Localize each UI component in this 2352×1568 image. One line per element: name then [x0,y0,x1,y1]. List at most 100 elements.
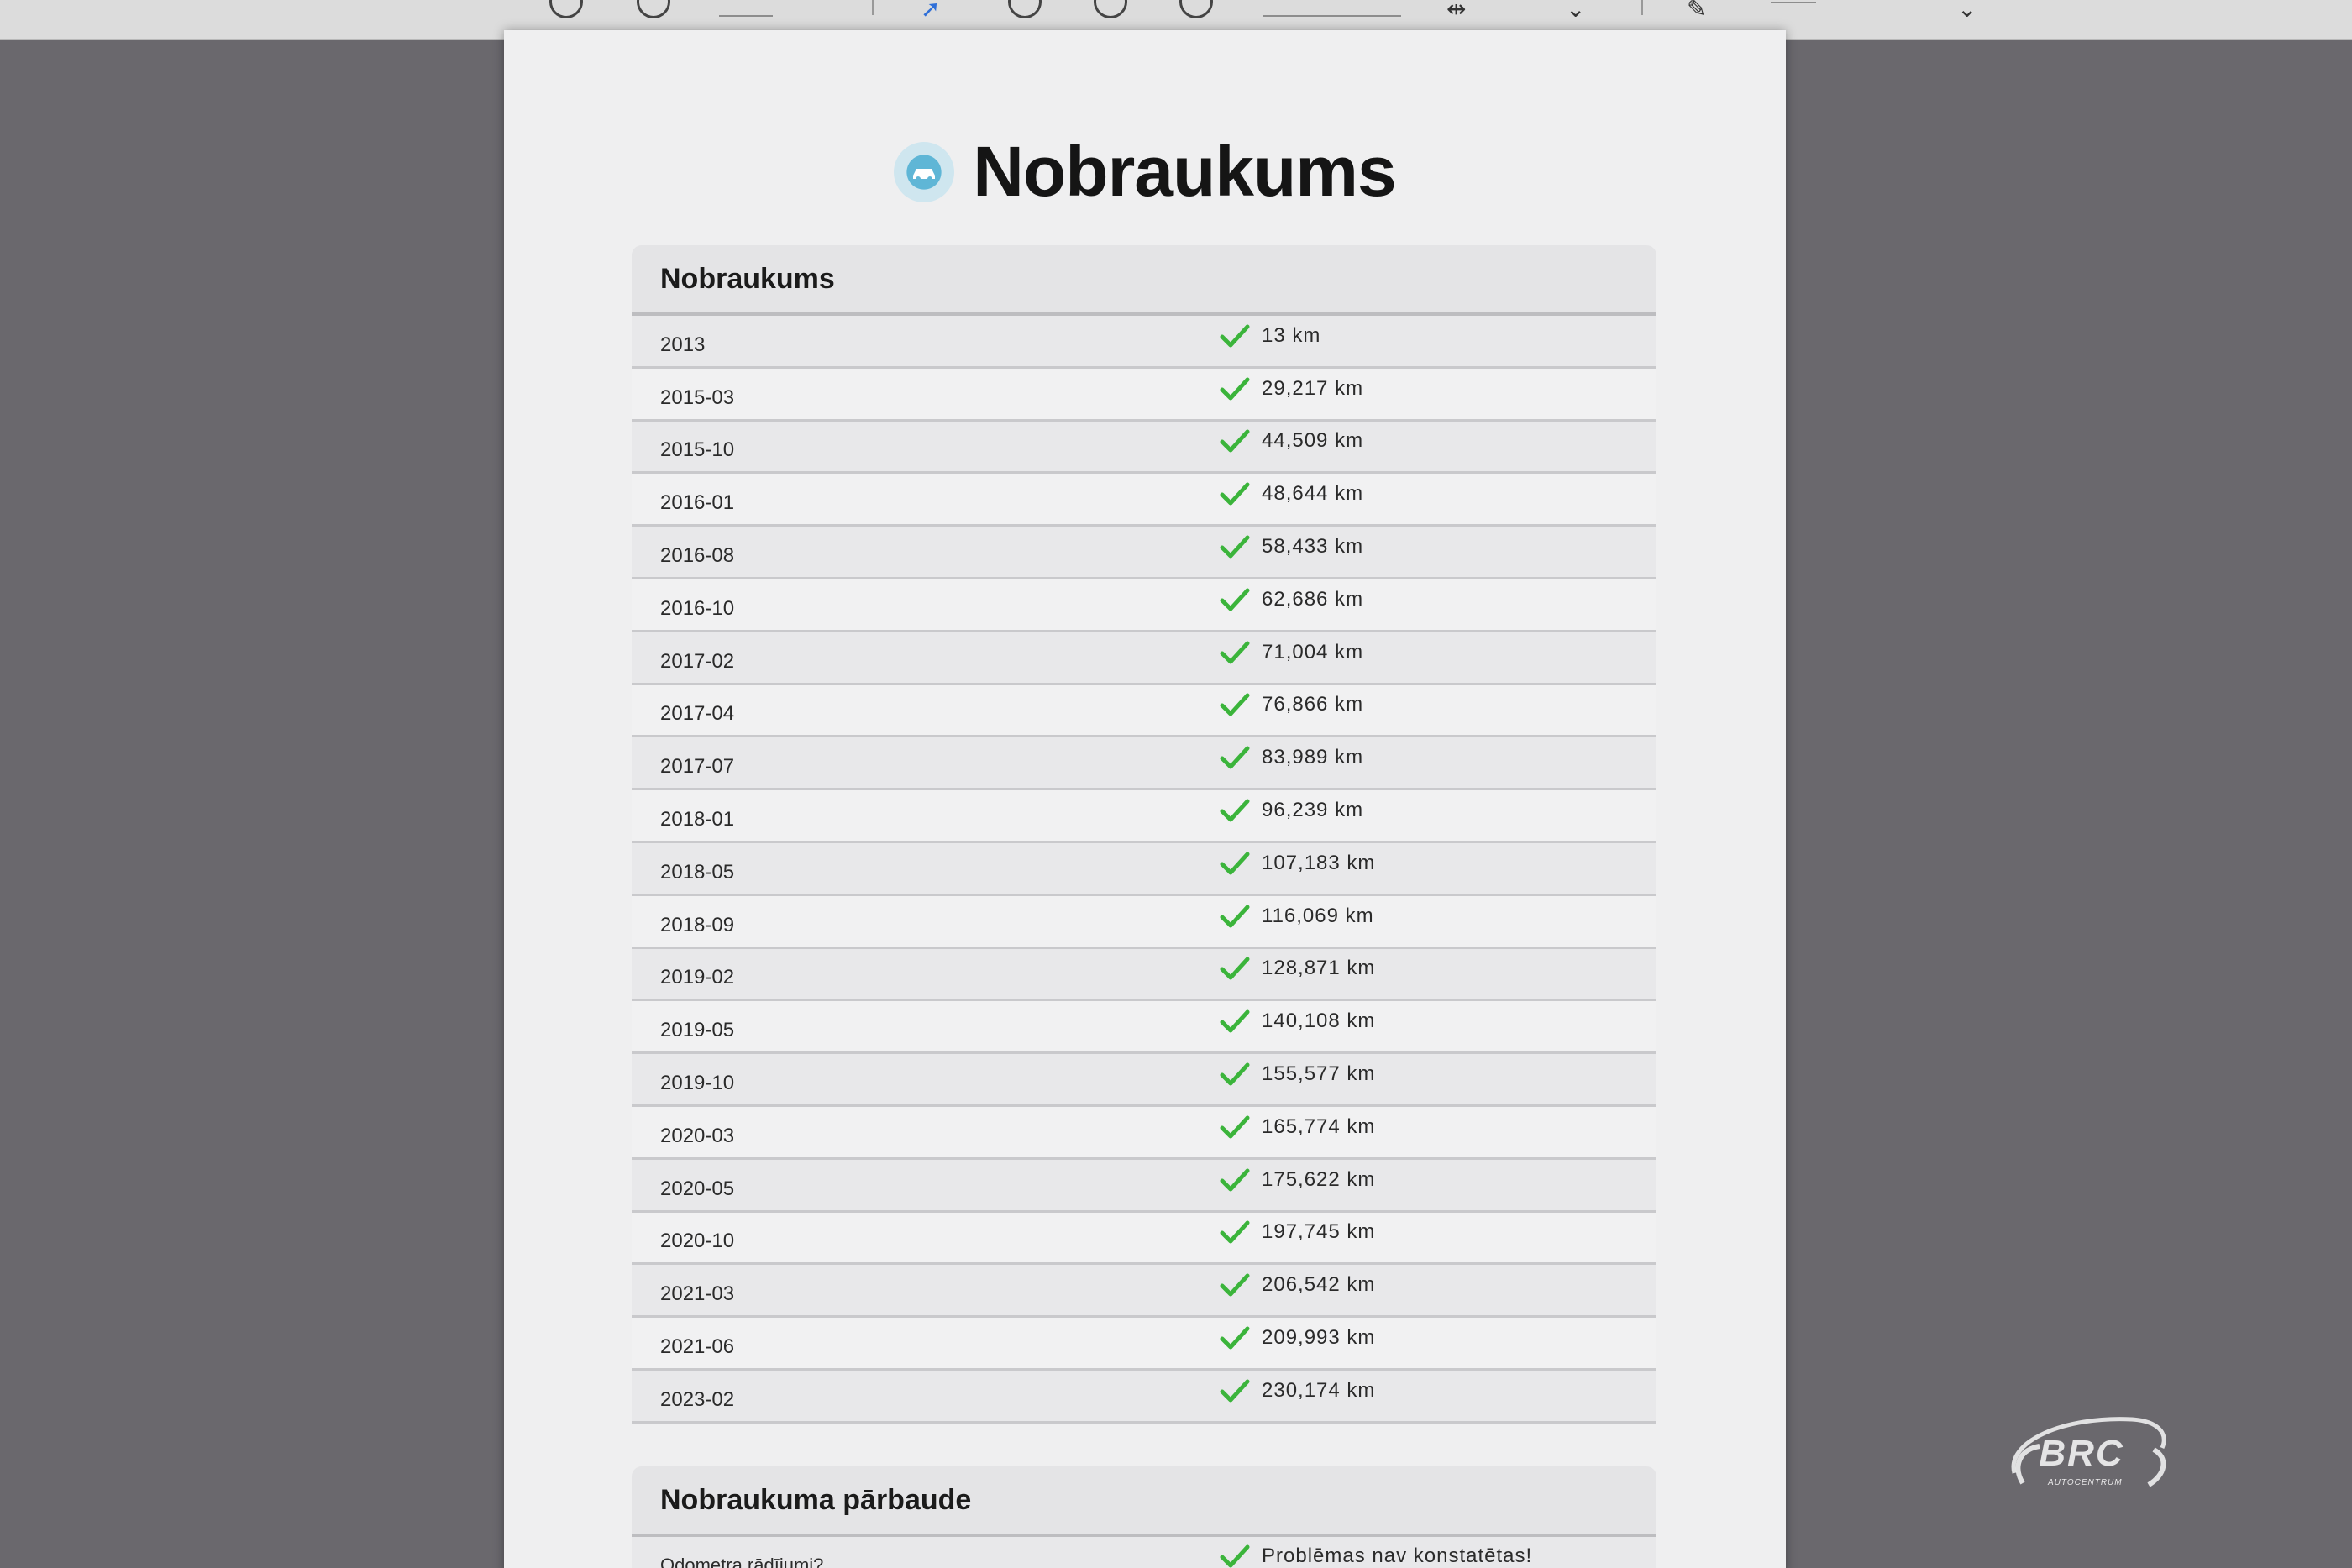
mileage-value-cell: 71,004 km [1220,640,1363,675]
mileage-value: 107,183 km [1262,851,1376,874]
mileage-value-cell: 48,644 km [1220,481,1363,517]
checkmark-icon [1220,535,1250,559]
mileage-value-cell: 107,183 km [1220,851,1375,886]
mileage-date: 2019-02 [660,966,735,989]
mileage-value: 209,993 km [1262,1326,1376,1350]
mileage-date: 2019-05 [660,1019,735,1042]
table-row: 2019-02 128,871 km [632,948,1656,1002]
mileage-value: 165,774 km [1262,1114,1376,1138]
fit-width-icon[interactable]: ⇹ [1446,0,1466,23]
table-row: 2020-03 165,774 km [632,1106,1656,1160]
mileage-date: 2018-01 [660,808,735,831]
mileage-date: 2020-10 [660,1230,735,1253]
checkmark-icon [1220,482,1250,506]
mileage-table: 2013 13 km 2015-03 29,217 km 2015-10 44,509 k… [632,316,1656,1424]
checkmark-icon [1220,1009,1250,1033]
mileage-date: 2016-01 [660,491,735,515]
mileage-date: 2015-10 [660,438,735,462]
mileage-date: 2017-02 [660,649,735,673]
checkmark-icon [1220,746,1250,769]
pen-icon[interactable]: ✎ [1687,0,1706,23]
mileage-date: 2015-03 [660,385,735,409]
mileage-value: 175,622 km [1262,1167,1376,1191]
checkmark-icon [1220,905,1250,928]
page-header: Nobraukums [504,131,1786,212]
mileage-value: 62,686 km [1262,587,1364,611]
mileage-date: 2021-03 [660,1282,735,1306]
checkmark-icon [1220,377,1250,401]
table-row: 2017-02 71,004 km [632,632,1656,685]
chevron-down-icon[interactable]: ⌄ [1566,0,1585,23]
odometer-check-section: Nobraukuma pārbaude Odometra rādījumi? Pr… [632,1466,1656,1568]
page-title: Nobraukums [973,132,1396,211]
table-row: 2016-08 58,433 km [632,527,1656,579]
table-row: 2015-10 44,509 km [632,421,1656,475]
checkmark-icon [1220,957,1250,980]
check-value-cell: Problēmas nav konstatētas! [1220,1544,1532,1568]
table-row: 2019-05 140,108 km [632,1001,1656,1055]
mileage-value: 58,433 km [1262,535,1364,559]
mileage-date: 2017-04 [660,702,735,726]
checkmark-icon [1220,1273,1250,1297]
chevron-down-icon[interactable]: ⌄ [1957,0,1977,23]
checkmark-icon [1220,1544,1250,1567]
mileage-value-cell: 197,745 km [1220,1219,1375,1255]
table-row: 2023-02 230,174 km [632,1370,1656,1424]
mileage-value-cell: 116,069 km [1220,904,1374,939]
toolbar-divider-line [1263,15,1401,17]
checkmark-icon [1220,588,1250,611]
table-row: 2017-07 83,989 km [632,737,1656,791]
mileage-value-cell: 29,217 km [1220,376,1363,412]
table-row: Odometra rādījumi? Problēmas nav konstatē… [632,1537,1656,1568]
mileage-value-cell: 140,108 km [1220,1009,1375,1044]
mileage-value: 13 km [1262,323,1321,347]
toolbar-divider-line [719,15,773,17]
mileage-value: 29,217 km [1262,376,1364,400]
mileage-value-cell: 62,686 km [1220,587,1363,622]
mileage-date: 2018-09 [660,913,735,936]
mileage-value: 71,004 km [1262,640,1364,663]
toolbar-divider-line [1771,2,1816,3]
mileage-value-cell: 175,622 km [1220,1167,1375,1203]
toolbar-circle-button[interactable] [549,0,583,18]
checkmark-icon [1220,1379,1250,1403]
odometer-check-table: Odometra rādījumi? Problēmas nav konstatē… [632,1537,1656,1568]
checkmark-icon [1220,429,1250,453]
mileage-date: 2016-08 [660,544,735,568]
mileage-value: 83,989 km [1262,746,1364,769]
check-value: Problēmas nav konstatētas! [1262,1544,1533,1567]
mileage-value: 128,871 km [1262,957,1376,980]
mileage-value-cell: 58,433 km [1220,534,1363,569]
toolbar-circle-button[interactable] [637,0,670,18]
mileage-date: 2013 [660,333,706,356]
mileage-date: 2023-02 [660,1387,735,1411]
table-row: 2019-10 155,577 km [632,1054,1656,1107]
mileage-value: 155,577 km [1262,1062,1376,1086]
checkmark-icon [1220,852,1250,875]
car-badge-icon [894,141,955,202]
table-row: 2021-03 206,542 km [632,1265,1656,1319]
brc-watermark-subtext: AUTOCENTRUM [2048,1478,2123,1487]
mileage-value: 206,542 km [1262,1273,1376,1297]
check-label: Odometra rādījumi? [660,1554,824,1568]
mileage-value: 230,174 km [1262,1378,1376,1402]
mileage-value: 44,509 km [1262,429,1364,453]
mileage-date: 2020-03 [660,1124,735,1147]
mileage-date: 2019-10 [660,1072,735,1095]
mileage-value-cell: 206,542 km [1220,1272,1375,1308]
table-row: 2018-05 107,183 km [632,842,1656,896]
checkmark-icon [1220,799,1250,822]
mileage-section: Nobraukums 2013 13 km 2015-03 29,217 km 2015… [632,245,1656,1424]
mileage-date: 2018-05 [660,860,735,884]
checkmark-icon [1220,1168,1250,1192]
mileage-value-cell: 230,174 km [1220,1378,1375,1413]
toolbar-circle-button[interactable] [1008,0,1042,18]
toolbar-circle-button[interactable] [1179,0,1213,18]
toolbar-circle-button[interactable] [1094,0,1127,18]
toolbar-separator [1641,0,1643,15]
cursor-icon[interactable]: ➚ [921,0,940,23]
checkmark-icon [1220,324,1250,348]
table-row: 2016-10 62,686 km [632,579,1656,632]
table-row: 2017-04 76,866 km [632,684,1656,738]
checkmark-icon [1220,1220,1250,1244]
